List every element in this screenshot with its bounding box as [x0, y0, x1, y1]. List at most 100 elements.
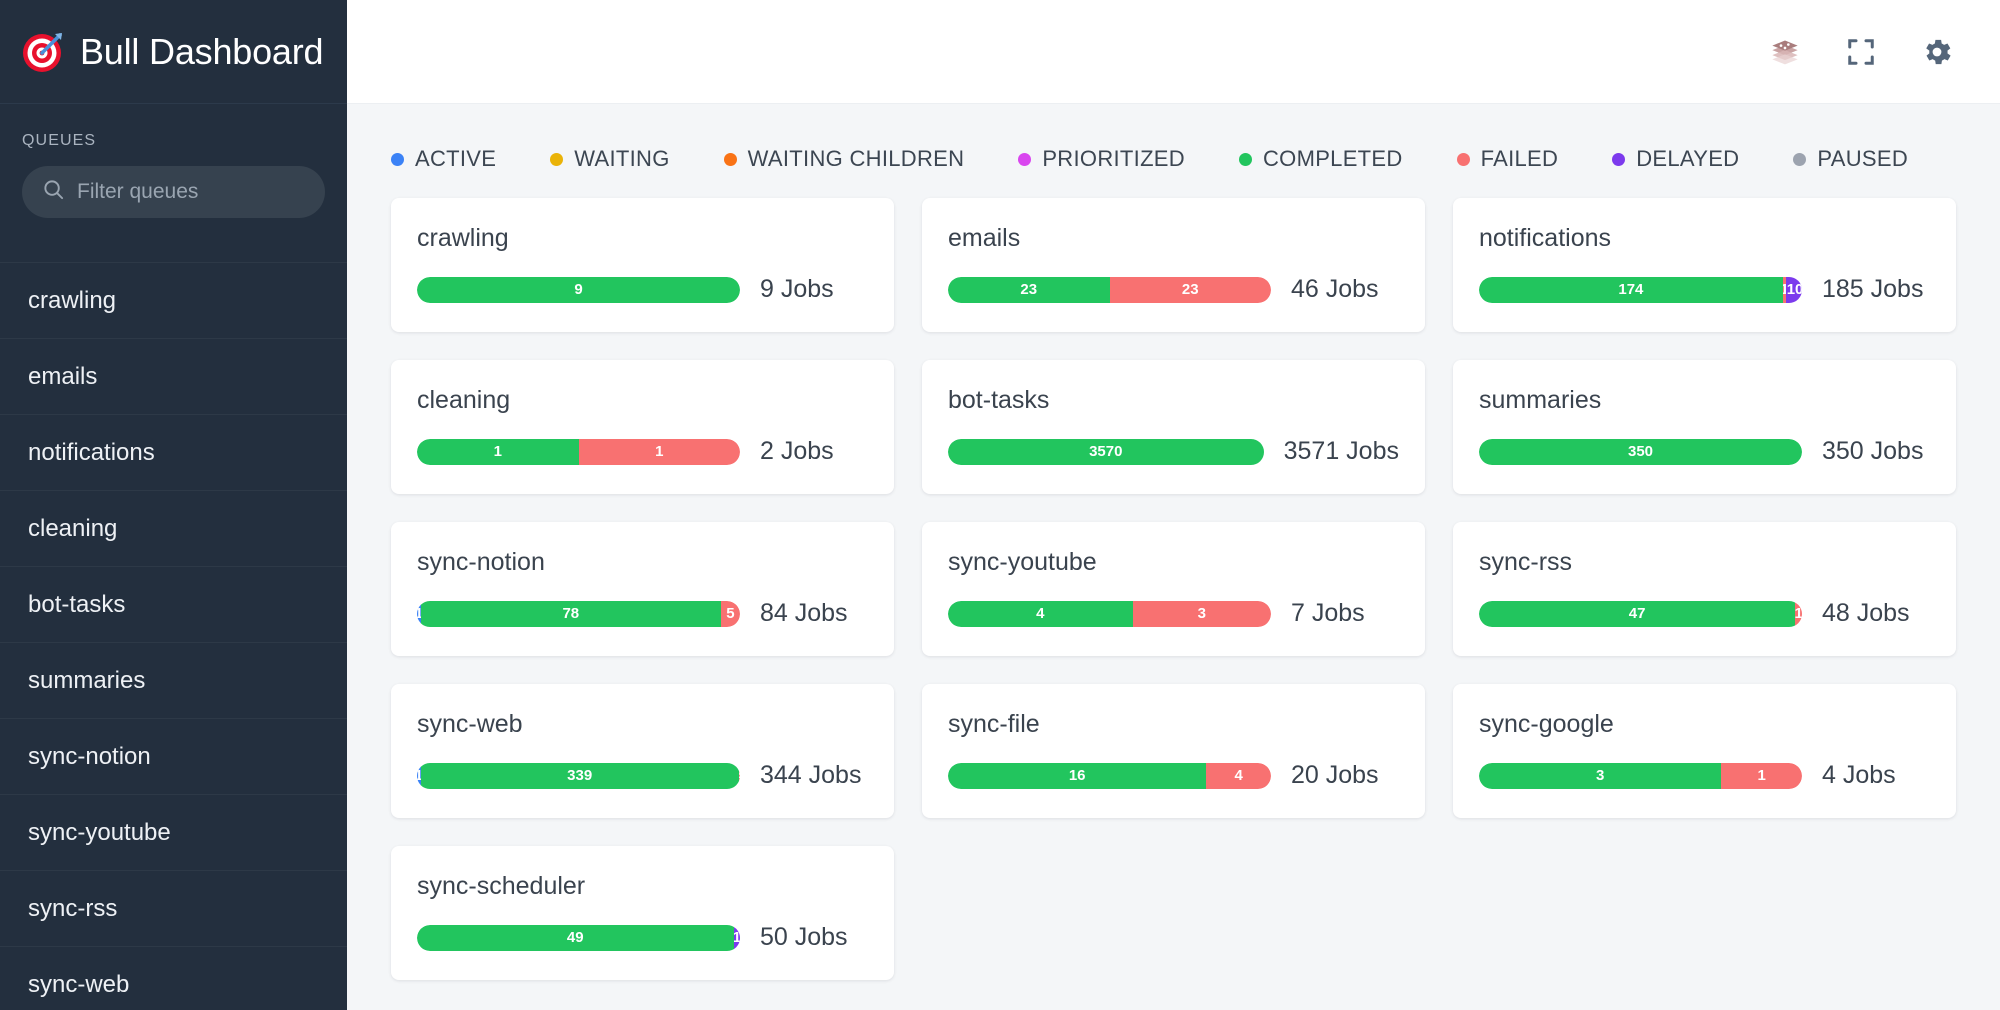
queue-bar-segment-failed: 1	[1721, 763, 1802, 789]
queue-total-jobs: 344 Jobs	[760, 761, 868, 790]
queue-card-title: summaries	[1479, 386, 1930, 415]
queue-card-title: sync-notion	[417, 548, 868, 577]
legend-label: PAUSED	[1817, 146, 1908, 172]
queue-total-jobs: 48 Jobs	[1822, 599, 1930, 628]
queue-total-jobs: 7 Jobs	[1291, 599, 1399, 628]
queue-card-title: notifications	[1479, 224, 1930, 253]
sidebar-item-label: emails	[28, 363, 97, 391]
queue-bar-segment-failed: 1	[579, 439, 741, 465]
filter-queues-box[interactable]	[22, 166, 325, 218]
legend-item-waiting-children[interactable]: WAITING CHILDREN	[724, 146, 965, 172]
queue-bar-segment-completed: 3570	[948, 439, 1264, 465]
queue-total-jobs: 9 Jobs	[760, 275, 868, 304]
queue-progress-bar: 350	[1479, 439, 1802, 465]
queue-card-row: 9 9 Jobs	[417, 275, 868, 304]
queue-card-row: 174110185 Jobs	[1479, 275, 1930, 304]
queue-card-title: cleaning	[417, 386, 868, 415]
redis-stack-icon[interactable]	[1766, 33, 1804, 71]
queue-total-jobs: 2 Jobs	[760, 437, 868, 466]
queue-card-row: 49150 Jobs	[417, 923, 868, 952]
legend-dot-completed	[1239, 153, 1252, 166]
sidebar-item-label: summaries	[28, 667, 145, 695]
queue-card-row: 357013571 Jobs	[948, 437, 1399, 466]
queue-progress-bar: 491	[417, 925, 740, 951]
legend-item-waiting[interactable]: WAITING	[550, 146, 669, 172]
queue-card-row: 43 7 Jobs	[948, 599, 1399, 628]
queue-card[interactable]: sync-scheduler49150 Jobs	[391, 846, 894, 980]
sidebar-item-emails[interactable]: emails	[0, 338, 347, 414]
queue-progress-bar: 9	[417, 277, 740, 303]
legend-label: WAITING	[574, 146, 669, 172]
queue-bar-segment-completed: 174	[1479, 277, 1783, 303]
sidebar-item-sync-rss[interactable]: sync-rss	[0, 870, 347, 946]
queue-card[interactable]: crawling99 Jobs	[391, 198, 894, 332]
queue-card[interactable]: emails232346 Jobs	[922, 198, 1425, 332]
queue-bar-segment-failed: 3	[1133, 601, 1271, 627]
sidebar-item-crawling[interactable]: crawling	[0, 262, 347, 338]
queue-bar-segment-delayed: 1	[734, 925, 740, 951]
queue-progress-bar: 13394	[417, 763, 740, 789]
legend-item-prioritized[interactable]: PRIORITIZED	[1018, 146, 1185, 172]
queue-progress-bar: 35701	[948, 439, 1264, 465]
queue-card[interactable]: summaries 350 350 Jobs	[1453, 360, 1956, 494]
queue-card[interactable]: sync-youtube437 Jobs	[922, 522, 1425, 656]
queue-total-jobs: 185 Jobs	[1822, 275, 1930, 304]
legend-item-completed[interactable]: COMPLETED	[1239, 146, 1403, 172]
queue-card[interactable]: bot-tasks357013571 Jobs	[922, 360, 1425, 494]
queue-card[interactable]: sync-rss47148 Jobs	[1453, 522, 1956, 656]
queue-bar-segment-completed: 49	[417, 925, 734, 951]
queue-bar-segment-failed: 23	[1110, 277, 1272, 303]
legend-item-delayed[interactable]: DELAYED	[1612, 146, 1739, 172]
legend-dot-failed	[1457, 153, 1470, 166]
fullscreen-icon[interactable]	[1842, 33, 1880, 71]
queue-card-row: 47148 Jobs	[1479, 599, 1930, 628]
sidebar-item-label: sync-youtube	[28, 819, 171, 847]
queue-bar-segment-failed: 1	[1795, 601, 1802, 627]
queue-card-row: 16420 Jobs	[948, 761, 1399, 790]
sidebar-queue-list: crawling emails notifications cleaning b…	[0, 262, 347, 1010]
queue-card[interactable]: sync-notion178584 Jobs	[391, 522, 894, 656]
queue-card-row: 232346 Jobs	[948, 275, 1399, 304]
sidebar-item-cleaning[interactable]: cleaning	[0, 490, 347, 566]
queue-bar-segment-completed: 9	[417, 277, 740, 303]
queue-card-title: sync-file	[948, 710, 1399, 739]
queue-bar-segment-failed: 5	[721, 601, 740, 627]
queue-card[interactable]: sync-file 16420 Jobs	[922, 684, 1425, 818]
queue-progress-bar: 43	[948, 601, 1271, 627]
gear-icon[interactable]	[1918, 33, 1956, 71]
queue-cards-scroll[interactable]: crawling99 Jobsemails232346 Jobsnotifica…	[347, 172, 2000, 1010]
legend-item-paused[interactable]: PAUSED	[1793, 146, 1908, 172]
brand-title: Bull Dashboard	[80, 31, 323, 73]
sidebar-item-sync-youtube[interactable]: sync-youtube	[0, 794, 347, 870]
dart-target-icon	[22, 31, 64, 73]
sidebar-item-label: crawling	[28, 287, 116, 315]
queue-card-title: sync-rss	[1479, 548, 1930, 577]
queue-card[interactable]: notifications 174110185 Jobs	[1453, 198, 1956, 332]
status-legend: ACTIVE WAITING WAITING CHILDREN PRIORITI…	[347, 104, 2000, 172]
queue-card-row: 314 Jobs	[1479, 761, 1930, 790]
legend-dot-prioritized	[1018, 153, 1031, 166]
search-input[interactable]	[77, 180, 305, 204]
legend-label: DELAYED	[1636, 146, 1739, 172]
sidebar-item-summaries[interactable]: summaries	[0, 642, 347, 718]
sidebar-item-sync-notion[interactable]: sync-notion	[0, 718, 347, 794]
brand[interactable]: Bull Dashboard	[0, 0, 347, 104]
legend-item-active[interactable]: ACTIVE	[391, 146, 496, 172]
queue-bar-segment-completed: 350	[1479, 439, 1802, 465]
sidebar-section-label: QUEUES	[0, 104, 347, 150]
sidebar-item-label: bot-tasks	[28, 591, 125, 619]
queue-card[interactable]: sync-web13394344 Jobs	[391, 684, 894, 818]
queue-card-row: 13394 344 Jobs	[417, 761, 868, 790]
legend-dot-active	[391, 153, 404, 166]
queue-progress-bar: 11	[417, 439, 740, 465]
legend-label: FAILED	[1481, 146, 1559, 172]
queue-card[interactable]: sync-google314 Jobs	[1453, 684, 1956, 818]
queue-progress-bar: 1785	[417, 601, 740, 627]
sidebar-item-sync-web[interactable]: sync-web	[0, 946, 347, 1010]
sidebar-item-bot-tasks[interactable]: bot-tasks	[0, 566, 347, 642]
queue-card[interactable]: cleaning 11 2 Jobs	[391, 360, 894, 494]
sidebar-item-notifications[interactable]: notifications	[0, 414, 347, 490]
queue-total-jobs: 350 Jobs	[1822, 437, 1930, 466]
legend-item-failed[interactable]: FAILED	[1457, 146, 1559, 172]
queue-total-jobs: 4 Jobs	[1822, 761, 1930, 790]
